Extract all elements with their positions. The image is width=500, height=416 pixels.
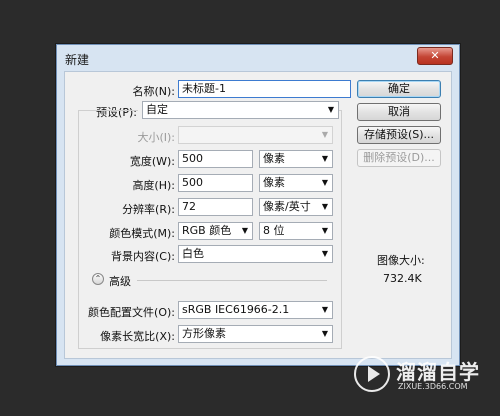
size-select[interactable]: ▼ xyxy=(178,126,333,144)
chevron-down-icon: ▼ xyxy=(241,226,248,235)
resolution-unit-value: 像素/英寸 xyxy=(263,200,311,213)
delete-preset-button[interactable]: 删除预设(D)... xyxy=(357,149,441,167)
color-profile-label: 颜色配置文件(O): xyxy=(88,306,175,319)
dialog-title: 新建 xyxy=(65,53,90,67)
resolution-unit-select[interactable]: 像素/英寸 ▼ xyxy=(259,198,333,216)
height-input[interactable]: 500 xyxy=(178,174,253,192)
preset-group-border-bottom xyxy=(78,348,341,349)
width-unit-select[interactable]: 像素 ▼ xyxy=(259,150,333,168)
color-mode-label: 颜色模式(M): xyxy=(109,227,175,240)
new-document-dialog: 新建 ✕ 名称(N): 未标题-1 预设(P): 自定 ▼ 大小(I): ▼ 宽… xyxy=(56,44,460,366)
width-input[interactable]: 500 xyxy=(178,150,253,168)
chevron-down-icon: ▼ xyxy=(321,226,328,235)
save-preset-button[interactable]: 存储预设(S)... xyxy=(357,126,441,144)
preset-value: 自定 xyxy=(146,103,168,116)
size-label: 大小(I): xyxy=(137,131,175,144)
preset-group-border-left xyxy=(78,110,79,348)
chevron-down-icon: ▼ xyxy=(321,202,328,211)
height-label: 高度(H): xyxy=(132,179,175,192)
resolution-input[interactable]: 72 xyxy=(178,198,253,216)
color-profile-select[interactable]: sRGB IEC61966-2.1 ▼ xyxy=(178,301,333,319)
chevron-down-icon: ▼ xyxy=(321,178,328,187)
close-button[interactable]: ✕ xyxy=(417,47,453,65)
height-unit-select[interactable]: 像素 ▼ xyxy=(259,174,333,192)
preset-label: 预设(P): xyxy=(96,106,137,119)
name-label: 名称(N): xyxy=(132,85,175,98)
preset-group-border-top-right xyxy=(339,110,342,111)
preset-select[interactable]: 自定 ▼ xyxy=(142,101,339,119)
title-bar: 新建 ✕ xyxy=(57,45,459,71)
collapse-advanced-icon[interactable]: ⌃ xyxy=(92,273,104,285)
advanced-divider xyxy=(137,280,327,281)
bit-depth-select[interactable]: 8 位 ▼ xyxy=(259,222,333,240)
name-input[interactable]: 未标题-1 xyxy=(178,80,351,98)
background-label: 背景内容(C): xyxy=(111,250,175,263)
color-mode-value: RGB 颜色 xyxy=(182,224,232,237)
chevron-down-icon: ▼ xyxy=(321,130,328,139)
bit-depth-value: 8 位 xyxy=(263,224,285,237)
width-label: 宽度(W): xyxy=(129,155,175,168)
chevron-down-icon: ▼ xyxy=(321,154,328,163)
cancel-button[interactable]: 取消 xyxy=(357,103,441,121)
width-unit-value: 像素 xyxy=(263,152,285,165)
background-select[interactable]: 白色 ▼ xyxy=(178,245,333,263)
ok-button[interactable]: 确定 xyxy=(357,80,441,98)
preset-group-border xyxy=(78,110,138,111)
chevron-down-icon: ▼ xyxy=(321,249,328,258)
advanced-label: 高级 xyxy=(109,275,131,288)
resolution-label: 分辨率(R): xyxy=(122,203,175,216)
background-value: 白色 xyxy=(182,247,204,260)
chevron-down-icon: ▼ xyxy=(327,105,334,114)
play-logo-icon xyxy=(354,356,390,392)
watermark: 溜溜自学 ZIXUE.3D66.COM xyxy=(350,348,480,400)
color-mode-select[interactable]: RGB 颜色 ▼ xyxy=(178,222,253,240)
pixel-aspect-label: 像素长宽比(X): xyxy=(100,330,175,343)
chevron-down-icon: ▼ xyxy=(321,329,328,338)
chevron-down-icon: ▼ xyxy=(321,305,328,314)
color-profile-value: sRGB IEC61966-2.1 xyxy=(182,303,290,316)
watermark-name: 溜溜自学 xyxy=(396,360,480,384)
image-size-value: 732.4K xyxy=(383,272,422,285)
pixel-aspect-select[interactable]: 方形像素 ▼ xyxy=(178,325,333,343)
height-unit-value: 像素 xyxy=(263,176,285,189)
watermark-url: ZIXUE.3D66.COM xyxy=(398,382,468,391)
image-size-label: 图像大小: xyxy=(377,254,425,267)
preset-group-border-right xyxy=(341,110,342,349)
pixel-aspect-value: 方形像素 xyxy=(182,327,226,340)
dialog-body: 名称(N): 未标题-1 预设(P): 自定 ▼ 大小(I): ▼ 宽度(W):… xyxy=(64,71,452,359)
